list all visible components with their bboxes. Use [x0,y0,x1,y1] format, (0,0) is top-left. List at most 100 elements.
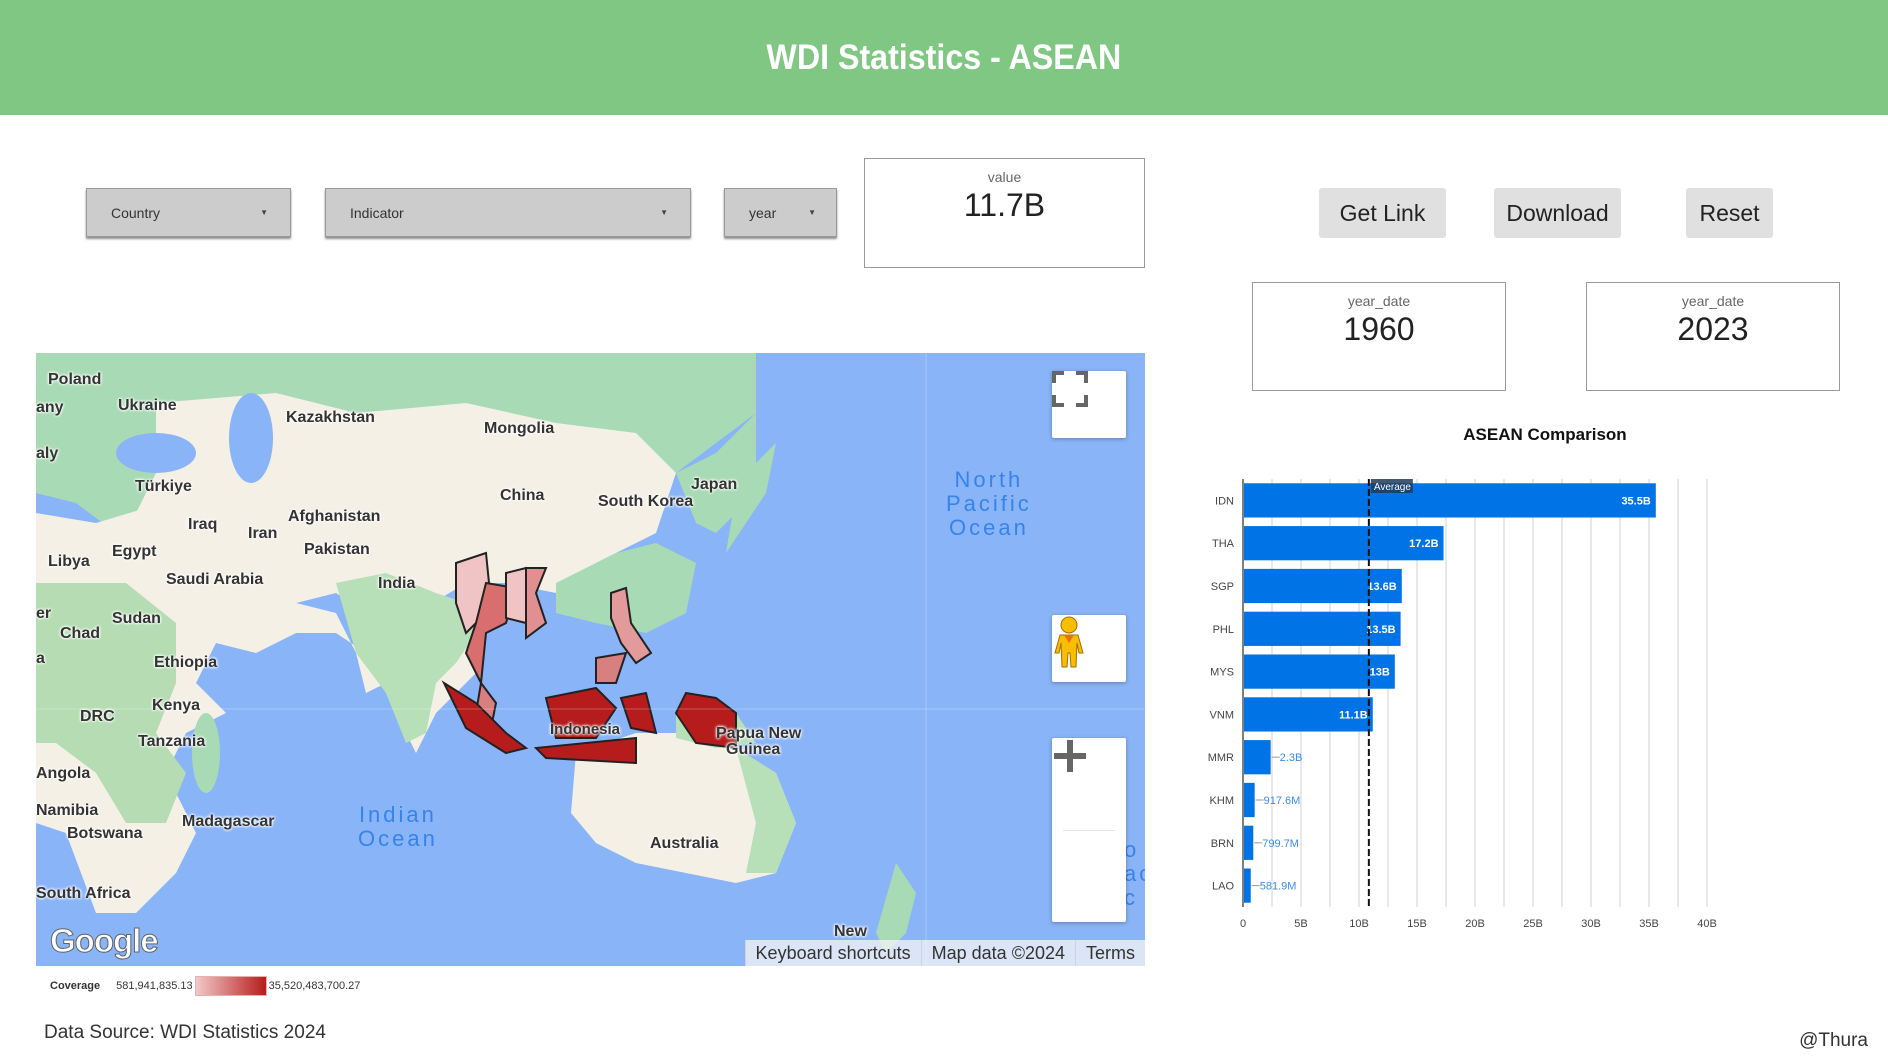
indicator-dropdown[interactable]: Indicator ▼ [325,188,691,237]
scorecard-label: year_date [1681,293,1745,309]
x-tick-label: 5B [1294,918,1307,930]
map-label: South Korea [598,493,694,510]
bar [1244,740,1271,775]
bar [1244,868,1251,903]
map-label: South Africa [36,885,131,902]
map-label: Pakistan [304,541,370,558]
data-label: 13B [1370,667,1390,679]
category-label: MMR [1208,752,1234,764]
google-logo: Google [50,922,160,960]
map-label: Türkiye [135,478,192,495]
pegman-icon [1054,616,1084,668]
scorecard-value: 2023 [1677,311,1749,347]
map-attribution: Keyboard shortcuts Map data ©2024 Terms [744,940,1145,966]
map-label: Madagascar [182,813,275,830]
ocean-label: Indian Ocean [358,802,438,851]
category-label: VNM [1210,709,1234,721]
map-label: Sudan [112,610,161,627]
indicator-dropdown-label: Indicator [350,204,404,221]
x-tick-label: 10B [1349,918,1369,930]
map-label: Namibia [36,802,99,819]
map-label: Angola [36,765,91,782]
asean-bar-chart: 0 5B 10B 15B 20B 25B 30B 35B 40B IDN 35.5B THA 17.2B… [1208,479,1717,930]
map-label: Indonesia [550,721,621,738]
data-source-note: Data Source: WDI Statistics 2024 [44,1022,326,1043]
legend-min: 581,941,835.13 [116,980,193,992]
map-label: India [378,575,416,592]
category-label: SGP [1211,581,1234,593]
map-legend: Coverage 581,941,835.13 35,520,483,700.2… [50,976,360,996]
data-label: 581.9M [1260,881,1297,893]
zoom-controls [1052,738,1126,922]
map-label: any [36,399,64,416]
bar [1244,782,1255,818]
caret-down-icon: ▼ [660,208,668,217]
category-label: IDN [1215,495,1234,507]
map-label: Chad [60,625,100,642]
download-button[interactable]: Download [1494,188,1621,238]
map-label: Poland [48,371,102,388]
geo-map[interactable]: Poland any aly Ukraine Kazakhstan Mongol… [36,353,1145,966]
country-dropdown[interactable]: Country ▼ [86,188,291,237]
map-label: Tanzania [138,733,206,750]
data-label: 917.6M [1264,795,1301,807]
legend-title: Coverage [50,980,101,992]
bar [1244,825,1254,860]
map-label: Ukraine [118,397,177,414]
map-label: Saudi Arabia [166,571,264,588]
map-label: Australia [650,835,719,852]
ocean-label: o ac c [1124,837,1145,910]
x-tick-label: 20B [1465,918,1485,930]
terms-link[interactable]: Terms [1075,940,1145,966]
map-label: Botswana [67,825,143,842]
map-label: China [500,487,545,504]
year-dropdown[interactable]: year ▼ [724,188,837,237]
header-bar: WDI Statistics - ASEAN [0,0,1888,115]
map-label: Kenya [152,697,201,714]
value-scorecard: value 11.7B [864,158,1145,268]
map-label: Afghanistan [288,508,381,525]
map-label: Guinea [726,741,781,758]
zoom-out-icon [1054,753,1086,759]
street-view-button[interactable] [1052,615,1126,682]
data-label: 13.5B [1366,624,1395,636]
map-label: Japan [691,476,738,493]
data-label: 11.1B [1339,709,1368,721]
keyboard-shortcuts-link[interactable]: Keyboard shortcuts [744,940,921,966]
map-label: Iraq [188,516,218,533]
map-label: a [36,650,45,667]
map-label: New [834,923,867,940]
get-link-button[interactable]: Get Link [1319,188,1446,238]
chart-title: ASEAN Comparison [1463,425,1627,444]
map-label: DRC [80,708,115,725]
zoom-out-button[interactable] [1052,753,1126,922]
data-label: 2.3B [1280,752,1303,764]
map-label: aly [36,445,59,462]
category-label: KHM [1210,795,1234,807]
category-label: PHL [1213,624,1234,636]
category-label: MYS [1210,667,1234,679]
x-tick-label: 0 [1240,918,1246,930]
legend-max: 35,520,483,700.27 [268,980,361,992]
scorecard-value: 11.7B [963,187,1046,223]
caret-down-icon: ▼ [260,208,268,217]
data-label: 13.6B [1367,581,1396,593]
bar [1244,483,1656,518]
start-year-scorecard: year_date 1960 [1252,282,1506,391]
map-label: Iran [248,525,278,542]
map-label: Kazakhstan [286,409,375,426]
year-dropdown-label: year [749,204,777,221]
map-label: er [36,605,52,622]
fullscreen-button[interactable] [1052,371,1126,438]
x-tick-label: 35B [1639,918,1659,930]
legend-gradient [194,976,267,996]
x-tick-label: 15B [1407,918,1427,930]
map-data-label: Map data ©2024 [920,940,1075,966]
map-label: Egypt [112,543,157,560]
x-tick-label: 30B [1581,918,1601,930]
author-credit: @Thura [1799,1030,1868,1051]
average-label: Average [1374,482,1412,493]
category-label: LAO [1212,881,1234,893]
reset-button[interactable]: Reset [1686,188,1773,238]
ocean-label: North Pacific Ocean [946,467,1032,540]
